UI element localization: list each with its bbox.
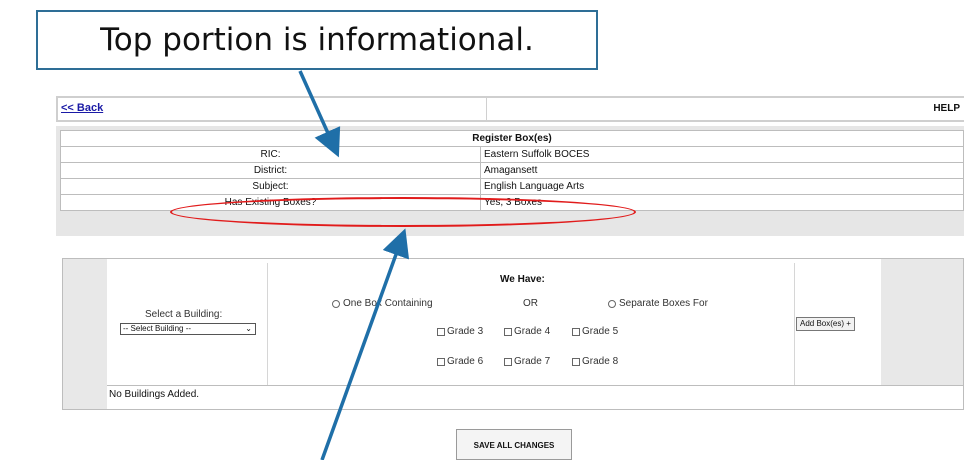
arrow-to-highlight bbox=[320, 228, 410, 460]
annotation-arrows bbox=[298, 70, 410, 460]
arrow-to-table bbox=[298, 70, 341, 158]
